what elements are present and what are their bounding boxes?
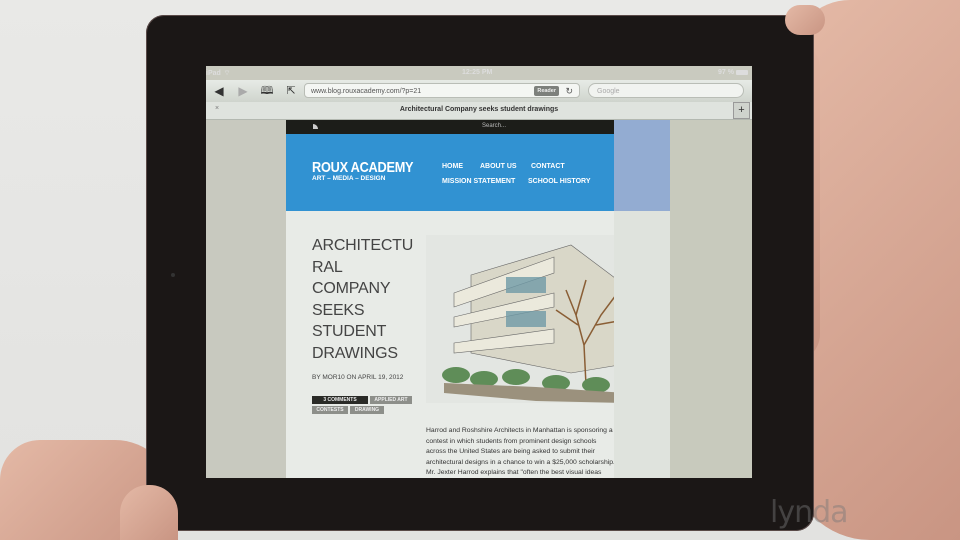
tab-bar: × Architectural Company seeks student dr… (206, 102, 752, 120)
site-tagline: ART – MEDIA – DESIGN (312, 175, 386, 182)
status-bar: iPad ⌔ 12:25 PM 97 % (206, 67, 752, 79)
search-placeholder: Google (597, 88, 620, 95)
post-title: ARCHITECTU RAL COMPANY SEEKS STUDENT DRA… (312, 235, 422, 364)
new-tab-button[interactable]: + (733, 102, 750, 119)
wifi-icon: ⌔ (223, 70, 231, 77)
lynda-watermark: lynda (770, 495, 849, 530)
overlay-column-body (614, 211, 670, 478)
post-title-line: DRAWINGS (312, 344, 398, 362)
battery-icon (736, 69, 748, 75)
tab-title[interactable]: Architectural Company seeks student draw… (206, 106, 752, 113)
clock: 12:25 PM (462, 69, 493, 76)
carrier-label: iPad ⌔ (206, 70, 231, 77)
site-logo[interactable]: ROUX ACADEMY (312, 159, 414, 176)
safari-toolbar: ◀ ▶ 🕮 ⇱ www.blog.rouxacademy.com/?p=21 R… (206, 80, 752, 103)
post-title-line: STUDENT (312, 323, 387, 340)
post-meta: BY MOR10 ON APRIL 19, 2012 (312, 374, 404, 381)
overlay-column-header (614, 120, 670, 211)
bookmarks-book-icon[interactable]: 🕮 (258, 83, 276, 99)
nav-school-history[interactable]: SCHOOL HISTORY (528, 178, 591, 185)
post-title-line: SEEKS (312, 301, 365, 319)
nav-about-us[interactable]: ABOUT US (480, 163, 517, 170)
webpage-viewport[interactable]: Search... ROUX ACADEMY ART – MEDIA – DES… (206, 120, 752, 478)
reload-icon[interactable]: ↻ (565, 84, 573, 99)
url-input[interactable]: www.blog.rouxacademy.com/?p=21 Reader ↻ (304, 83, 580, 98)
rss-icon[interactable] (313, 124, 318, 129)
reader-button[interactable]: Reader (534, 86, 559, 96)
nav-mission-statement[interactable]: MISSION STATEMENT (442, 178, 515, 185)
camera-dot (171, 273, 175, 277)
site-container: Search... ROUX ACADEMY ART – MEDIA – DES… (286, 120, 642, 478)
share-icon[interactable]: ⇱ (282, 83, 300, 99)
post-title-line: ARCHITECTU (312, 237, 414, 254)
site-header: ROUX ACADEMY ART – MEDIA – DESIGN HOME A… (286, 134, 614, 211)
nav-home[interactable]: HOME (442, 163, 463, 170)
tag-drawing[interactable]: DRAWING (350, 406, 384, 414)
right-fingertip (785, 5, 825, 35)
building-sketch-illustration (442, 244, 632, 403)
tag-applied-art[interactable]: APPLIED ART (370, 396, 412, 404)
post-hero-image[interactable] (426, 235, 642, 403)
post-title-line: COMPANY (312, 280, 391, 297)
tag-contests[interactable]: CONTESTS (312, 406, 348, 414)
site-topbar: Search... (286, 120, 614, 134)
tag-comments[interactable]: 3 COMMENTS (312, 396, 368, 404)
page-right-gutter (670, 120, 752, 478)
battery-indicator: 97 % (718, 69, 748, 76)
forward-arrow-icon[interactable]: ▶ (234, 83, 252, 99)
left-thumb (120, 485, 178, 540)
back-arrow-icon[interactable]: ◀ (210, 83, 228, 99)
url-text: www.blog.rouxacademy.com/?p=21 (311, 88, 422, 95)
site-search-input[interactable]: Search... (482, 123, 506, 129)
post-title-line: RAL (312, 258, 343, 276)
nav-contact[interactable]: CONTACT (531, 163, 565, 170)
google-search-input[interactable]: Google (588, 83, 744, 98)
